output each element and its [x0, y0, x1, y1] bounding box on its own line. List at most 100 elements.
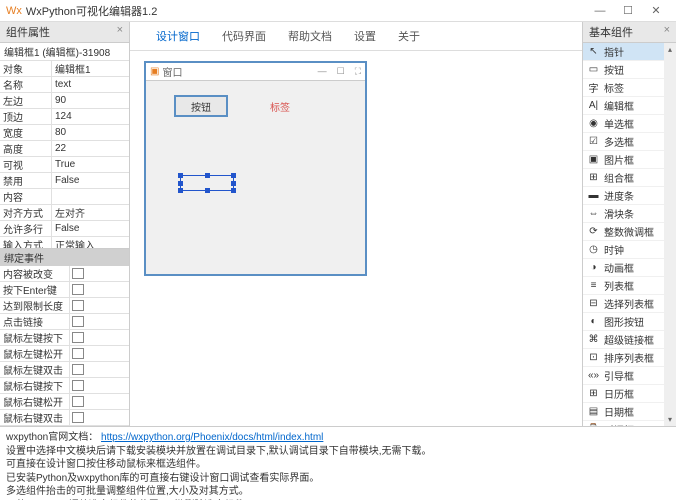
event-checkbox[interactable]	[72, 316, 84, 327]
scrollbar[interactable]: ▴▾	[664, 43, 676, 426]
property-row[interactable]: 高度22	[0, 141, 129, 157]
component-item[interactable]: ☑多选框	[583, 133, 664, 151]
property-row[interactable]: 可视True	[0, 157, 129, 173]
close-button[interactable]: ✕	[642, 4, 670, 17]
component-item[interactable]: ↖指针	[583, 43, 664, 61]
component-item[interactable]: ⊟选择列表框	[583, 295, 664, 313]
property-row[interactable]: 左边90	[0, 93, 129, 109]
property-row[interactable]: 对象编辑框1	[0, 61, 129, 77]
component-label: 时钟	[604, 242, 624, 257]
prop-value[interactable]: True	[52, 159, 129, 170]
component-item[interactable]: A|编辑框	[583, 97, 664, 115]
property-grid[interactable]: 对象编辑框1名称text左边90顶边124宽度80高度22可视True禁用Fal…	[0, 61, 129, 249]
event-checkbox[interactable]	[72, 348, 84, 359]
doc-link[interactable]: https://wxpython.org/Phoenix/docs/html/i…	[101, 432, 323, 443]
prop-key: 输入方式	[0, 237, 52, 249]
prop-value[interactable]: text	[52, 79, 129, 90]
event-checkbox[interactable]	[72, 284, 84, 295]
event-row[interactable]: 按下Enter键	[0, 282, 129, 298]
tab-2[interactable]: 帮助文档	[288, 26, 332, 46]
event-checkbox[interactable]	[72, 412, 84, 423]
event-row[interactable]: 达到限制长度	[0, 298, 129, 314]
tab-1[interactable]: 代码界面	[222, 26, 266, 46]
component-label: 指针	[604, 44, 624, 59]
event-row[interactable]: 内容被改变	[0, 266, 129, 282]
design-window[interactable]: ▣ 窗口 —☐⛶ 按钮 标签	[144, 61, 367, 276]
prop-value[interactable]: 124	[52, 111, 129, 122]
component-icon: ⊞	[587, 172, 600, 184]
tab-3[interactable]: 设置	[354, 26, 376, 46]
prop-value[interactable]: 80	[52, 127, 129, 138]
component-label: 单选框	[604, 116, 634, 131]
maximize-button[interactable]: ☐	[614, 4, 642, 17]
prop-key: 可视	[0, 157, 52, 172]
property-row[interactable]: 名称text	[0, 77, 129, 93]
event-grid[interactable]: 内容被改变按下Enter键达到限制长度点击链接鼠标左键按下鼠标左键松开鼠标左键双…	[0, 266, 129, 426]
minimize-button[interactable]: —	[586, 5, 614, 17]
event-row[interactable]: 鼠标右键按下	[0, 378, 129, 394]
editbox-widget-selected[interactable]	[180, 175, 234, 191]
property-row[interactable]: 禁用False	[0, 173, 129, 189]
prop-key: 高度	[0, 141, 52, 156]
component-item[interactable]: ⇔滑块条	[583, 205, 664, 223]
component-label: 时间框	[604, 422, 634, 426]
component-item[interactable]: ▣图片框	[583, 151, 664, 169]
property-row[interactable]: 输入方式正常输入	[0, 237, 129, 249]
tab-0[interactable]: 设计窗口	[156, 26, 200, 46]
property-row[interactable]: 允许多行False	[0, 221, 129, 237]
event-row[interactable]: 点击链接	[0, 314, 129, 330]
prop-value[interactable]: 22	[52, 143, 129, 154]
event-row[interactable]: 鼠标左键松开	[0, 346, 129, 362]
prop-value[interactable]: 90	[52, 95, 129, 106]
component-item[interactable]: ⌘超级链接框	[583, 331, 664, 349]
component-item[interactable]: ⊞日历框	[583, 385, 664, 403]
component-item[interactable]: ▭按钮	[583, 61, 664, 79]
component-icon: ◉	[587, 118, 600, 130]
component-item[interactable]: ◷ 时钟	[583, 241, 664, 259]
property-row[interactable]: 内容	[0, 189, 129, 205]
prop-value[interactable]: 编辑框1	[52, 61, 129, 76]
event-name: 鼠标左键双击	[0, 362, 70, 377]
component-label: 进度条	[604, 188, 634, 203]
component-item[interactable]: ⌚时间框	[583, 421, 664, 426]
event-row[interactable]: 鼠标右键松开	[0, 394, 129, 410]
property-row[interactable]: 对齐方式左对齐	[0, 205, 129, 221]
event-checkbox[interactable]	[72, 380, 84, 391]
event-checkbox[interactable]	[72, 364, 84, 375]
component-item[interactable]: ≡列表框	[583, 277, 664, 295]
prop-value[interactable]: False	[52, 223, 129, 234]
property-row[interactable]: 顶边124	[0, 109, 129, 125]
component-item[interactable]: 字标签	[583, 79, 664, 97]
tab-4[interactable]: 关于	[398, 26, 420, 46]
property-row[interactable]: 宽度80	[0, 125, 129, 141]
component-item[interactable]: ▬进度条	[583, 187, 664, 205]
event-row[interactable]: 鼠标左键按下	[0, 330, 129, 346]
component-label: 滑块条	[604, 206, 634, 221]
help-footer: wxpython官网文档： https://wxpython.org/Phoen…	[0, 426, 676, 500]
component-item[interactable]: ⊡排序列表框	[583, 349, 664, 367]
prop-value[interactable]: False	[52, 175, 129, 186]
component-item[interactable]: ⟳整数微调框	[583, 223, 664, 241]
events-section-header: 绑定事件	[0, 249, 129, 266]
component-item[interactable]: ◑动画框	[583, 259, 664, 277]
prop-key: 顶边	[0, 109, 52, 124]
event-checkbox[interactable]	[72, 396, 84, 407]
prop-value[interactable]: 正常输入	[52, 237, 129, 249]
panel-close-icon[interactable]: ×	[664, 24, 670, 40]
component-icon: ◷	[587, 244, 600, 256]
event-checkbox[interactable]	[72, 300, 84, 311]
component-item[interactable]: ◉ 单选框	[583, 115, 664, 133]
event-checkbox[interactable]	[72, 332, 84, 343]
component-item[interactable]: ▤日期框	[583, 403, 664, 421]
button-widget[interactable]: 按钮	[174, 95, 228, 117]
component-item[interactable]: ◐图形按钮	[583, 313, 664, 331]
component-list[interactable]: ↖指针▭按钮字标签A|编辑框 ◉ 单选框 ☑多选框▣图片框⊞组合框▬进度条⇔滑块条⟳整…	[583, 43, 664, 426]
component-item[interactable]: ⊞组合框	[583, 169, 664, 187]
event-row[interactable]: 鼠标左键双击	[0, 362, 129, 378]
event-row[interactable]: 鼠标右键双击	[0, 410, 129, 426]
prop-value[interactable]: 左对齐	[52, 205, 129, 220]
component-item[interactable]: «»引导框	[583, 367, 664, 385]
panel-close-icon[interactable]: ×	[117, 24, 123, 40]
event-checkbox[interactable]	[72, 268, 84, 279]
label-widget[interactable]: 标签	[270, 99, 290, 114]
